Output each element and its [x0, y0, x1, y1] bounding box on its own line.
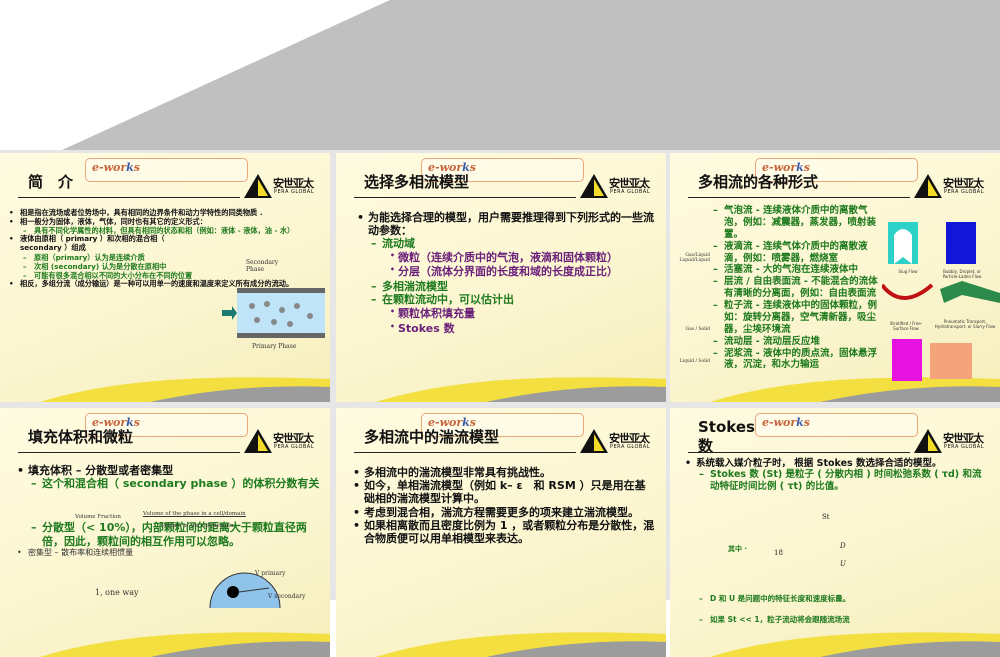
slide-thumbnail[interactable]: e-works Stokes 数 安世亚太PERA GLOBAL 系统载入媒介粒子时，…: [670, 408, 1000, 657]
formula-denominator: Volume of the cell/domain: [161, 523, 234, 529]
bullet-item: 为能选择合理的模型，用户需要推理得到下列形式的一些流动参数：: [357, 211, 656, 237]
bullet-item: 活塞流 - 大的气泡在连续液体中: [713, 264, 882, 276]
slide-title: Stokes 数: [698, 418, 755, 455]
bullet-item: 相反，多组分流（成分输运）是一种可以用单一的速度和温度来定义所有成分的流动。: [9, 279, 310, 289]
flow-group-label: Liquid / Solid: [679, 359, 710, 364]
slide-title: 简 介: [28, 173, 74, 191]
flow-regime-images: Slug Flow Bubbly, Droplet, or Particle-La…: [880, 221, 1000, 391]
slide-body: 为能选择合理的模型，用户需要推理得到下列形式的一些流动参数：流动域微粒（连续介质…: [357, 211, 656, 336]
slide-body: 系统载入媒介粒子时， 根据 Stokes 数选择合适的模型。Stokes 数 (…: [685, 458, 990, 493]
slide-thumbnail[interactable]: e-works选择多相流模型安世亚太PERA GLOBAL为能选择合理的模型，用…: [336, 153, 666, 402]
bullet-item: 如果 St << 1，粒子流动将会跟随流场流: [699, 615, 990, 625]
slide-swoosh-decoration: [0, 357, 330, 402]
secondary-phase-label: Secondary Phase: [246, 259, 279, 273]
title-underline: [354, 197, 576, 198]
eworks-text: e-works: [92, 161, 140, 174]
title-underline: [688, 197, 910, 198]
pera-global-logo: 安世亚太 PERA GLOBAL: [579, 428, 659, 454]
bullet-item: Stokes 数: [390, 322, 656, 336]
pera-global-logo: 安世亚太 PERA GLOBAL: [579, 173, 659, 199]
flow-image-caption: Slug Flow: [898, 269, 918, 274]
eworks-text: e-works: [762, 416, 810, 429]
pera-global-logo: 安世亚太 PERA GLOBAL: [913, 428, 993, 454]
bullet-item: 密集型 – 散布率和连续相惯量: [17, 548, 320, 558]
slide-thumbnail[interactable]: e-works多相流的各种形式安世亚太PERA GLOBAL气泡流 - 连续液体…: [670, 153, 1000, 402]
u-symbol: U: [840, 560, 846, 568]
bullet-item: 流动域: [371, 237, 656, 251]
slide-swoosh-decoration: [336, 357, 666, 402]
eworks-logo: e-works: [755, 413, 918, 437]
bullet-item: 泥浆流 - 液体中的质点流，固体悬浮液，沉淀，和水力输运: [713, 348, 882, 372]
pera-global-logo: 安世亚太 PERA GLOBAL: [243, 428, 323, 454]
flow-group-label: Gas / Solid: [685, 327, 710, 332]
background-shape: [62, 0, 1000, 150]
bullet-item: 在颗粒流动中，可以估计出: [371, 293, 656, 307]
bullet-item: 考虑到混合相，湍流方程需要更多的项来建立湍流模型。: [353, 506, 656, 519]
logo-text-en: PERA GLOBAL: [610, 444, 651, 450]
title-underline: [18, 197, 240, 198]
v-primary-label: V primary: [255, 570, 286, 577]
stokes-formula: St 其中 · 18 D U: [670, 508, 1000, 568]
pera-global-logo: 安世亚太 PERA GLOBAL: [243, 173, 323, 199]
slide-title: 多相流中的湍流模型: [364, 428, 500, 446]
title-underline: [354, 452, 576, 453]
bullet-item: 多相湍流模型: [371, 280, 656, 294]
slide-title: 填充体积和微粒: [28, 428, 134, 446]
bullet-item: 填充体积 – 分散型或者密集型: [17, 464, 320, 477]
slide-body: 相是指在流场或者位势场中，具有相同的边界条件和动力学特性的同类物质 .相一般分为…: [9, 208, 310, 289]
slide-title: 选择多相流模型: [364, 173, 470, 191]
formula-numerator: Volume of the phase in a cell/domain: [143, 511, 246, 517]
bullet-item: 相一般分为固体，液体，气体，同时也有其它的定义形式：: [9, 217, 310, 227]
bullet-item: 这个和混合相（ secondary phase ）的体积分数有关: [31, 477, 320, 491]
bullet-item: 多相流中的湍流模型非常具有挑战性。: [353, 466, 656, 479]
logo-text-en: PERA GLOBAL: [944, 189, 985, 195]
slide-swoosh-decoration: [336, 612, 666, 657]
primary-phase-label: Primary Phase: [252, 343, 297, 350]
flow-image-caption: Bubbly, Droplet, or Particle-Laden Flow: [942, 269, 982, 279]
eworks-logo: e-works: [85, 158, 248, 182]
slide-swoosh-decoration: [0, 612, 330, 657]
bullet-item: 次相 (secondary) 认为是分散在原相中: [23, 262, 200, 271]
slide-body-continued: D 和 U 是问题中的特征长度和速度标量。如果 St << 1，粒子流动将会跟随…: [699, 594, 990, 625]
bullet-item: 液体由原相（ primary ）和次相的混合相（ secondary ）组成: [9, 234, 200, 252]
slide-body: 气泡流 - 连续液体介质中的离散气泡，例如：减震器，蒸发器，喷射装置。液滴流 -…: [710, 205, 882, 371]
bullet-item: 粒子流 - 连续液体中的固体颗粒，例如：旋转分离器，空气清新器，吸尘器，尘埃环境…: [713, 300, 882, 336]
one-way-label: 1, one way: [95, 588, 139, 597]
logo-text-en: PERA GLOBAL: [610, 189, 651, 195]
bullet-item: Stokes 数 (St) 是粒子 ( 分散内相 ) 时间松弛系数 ( τd) …: [699, 469, 990, 493]
eighteen: 18: [774, 549, 783, 557]
bullet-item: 颗粒体积填充量: [390, 307, 656, 321]
bullet-item: 如果相离散而且密度比例为 1 ，或者颗粒分布是分散性，混合物质便可以用单相模型来…: [353, 519, 656, 545]
slide-thumbnail[interactable]: e-works多相流中的湍流模型安世亚太PERA GLOBAL多相流中的湍流模型…: [336, 408, 666, 657]
bullet-item: 微粒（连续介质中的气泡，液滴和固体颗粒）: [390, 251, 656, 265]
bullet-item: 层流 / 自由表面流 - 不能混合的流体有清晰的分离面，例如：自由表面流: [713, 276, 882, 300]
volume-fraction-formula: Volume Fraction Volume of the phase in a …: [75, 511, 275, 536]
logo-text-en: PERA GLOBAL: [274, 189, 315, 195]
where-label: 其中 ·: [728, 545, 748, 553]
logo-text-en: PERA GLOBAL: [944, 444, 985, 450]
flow-group-label: Gas/Liquid Liquid/Liquid: [679, 253, 710, 263]
flow-image-caption: Stratified / Free-Surface Flow: [889, 321, 923, 331]
slide-thumbnail[interactable]: e-works填充体积和微粒安世亚太PERA GLOBAL填充体积 – 分散型或…: [0, 408, 330, 657]
pera-global-logo: 安世亚太 PERA GLOBAL: [913, 173, 993, 199]
d-symbol: D: [840, 542, 846, 550]
slide-body: 多相流中的湍流模型非常具有挑战性。如今，单相湍流模型（例如 k– ε 和 RSM…: [353, 466, 656, 545]
formula-lhs: Volume Fraction: [75, 514, 121, 520]
logo-text-en: PERA GLOBAL: [274, 444, 315, 450]
bullet-item: 液滴流 - 连续气体介质中的离散液滴，例如：喷雾器，燃烧室: [713, 241, 882, 265]
bullet-item: 气泡流 - 连续液体介质中的离散气泡，例如：减震器，蒸发器，喷射装置。: [713, 205, 882, 241]
st-symbol: St: [822, 513, 830, 521]
flow-image-caption: Pneumatic Transport, Hydrotransport, or …: [934, 319, 996, 329]
bullet-item: 原相（primary）认为是连续介质: [23, 253, 200, 262]
title-underline: [688, 452, 910, 453]
bullet-item: 流动层 - 流动层反应堆: [713, 336, 882, 348]
slide-title: 多相流的各种形式: [698, 173, 819, 191]
bullet-item: 系统载入媒介粒子时， 根据 Stokes 数选择合适的模型。: [685, 458, 990, 470]
bullet-item: 如今，单相湍流模型（例如 k– ε 和 RSM ）只是用在基础相的湍流模型计算中…: [353, 479, 656, 505]
v-secondary-label: V secondary: [268, 593, 306, 600]
slide-thumbnail[interactable]: e-works 简 介 安世亚太PERA GLOBAL 相是指在流场或者位势场中，具有…: [0, 153, 330, 402]
bullet-item: 分层（流体分界面的长度和域的长度成正比）: [390, 265, 656, 279]
bullet-item: D 和 U 是问题中的特征长度和速度标量。: [699, 594, 990, 604]
title-underline: [18, 452, 240, 453]
